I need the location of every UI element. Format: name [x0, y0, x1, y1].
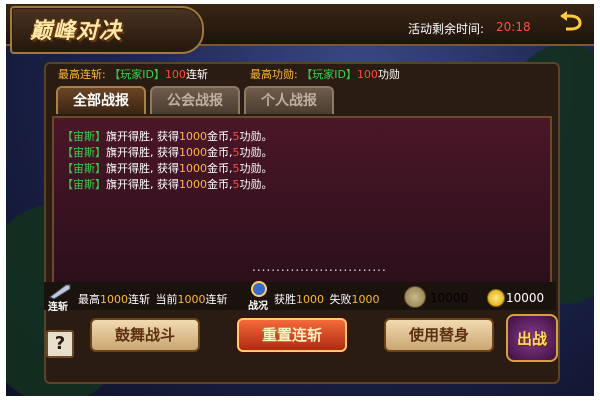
log-gold: 1000: [179, 162, 207, 175]
log-text: 旗开得胜, 获得: [106, 178, 179, 191]
log-line: 【宙斯】旗开得胜, 获得1000金币,5功勋。: [62, 160, 273, 176]
sword-icon: [49, 284, 71, 300]
title-plate: 巅峰对决: [10, 6, 204, 54]
log-text: 功勋。: [239, 130, 273, 143]
fight-button[interactable]: 出战: [506, 314, 558, 362]
gold-coin-icon: [487, 289, 505, 307]
gold-coin-value: 10000: [506, 291, 545, 305]
timer-value: 20:18: [496, 20, 531, 34]
log-text: 功勋。: [239, 162, 273, 175]
streak-icon-label: 连斩: [48, 302, 68, 313]
battle-log: 【宙斯】旗开得胜, 获得1000金币,5功勋。 【宙斯】旗开得胜, 获得1000…: [52, 116, 552, 284]
cur-value: 1000: [177, 293, 206, 306]
merit-coin-value: 10000: [430, 291, 469, 305]
return-arrow-icon: [560, 11, 582, 31]
log-merit: 5: [232, 162, 240, 175]
timer-label: 活动剩余时间:: [408, 22, 485, 36]
log-merit: 5: [232, 146, 240, 159]
war-status-icon: 战况: [248, 281, 272, 312]
loading-dots: ............................: [252, 260, 387, 274]
tab-all-reports[interactable]: 全部战报: [56, 86, 146, 114]
merit-player: 【玩家ID】: [301, 68, 357, 81]
cur-unit: 连斩: [205, 293, 228, 306]
log-text: 金币,: [207, 130, 233, 143]
log-player: 【宙斯】: [62, 146, 106, 159]
log-text: 金币,: [207, 178, 233, 191]
merit-coin-icon: [404, 286, 426, 308]
log-gold: 1000: [179, 130, 207, 143]
max-value: 1000: [100, 293, 128, 306]
log-player: 【宙斯】: [62, 162, 106, 175]
help-button[interactable]: ?: [46, 330, 74, 358]
merit-unit: 功勋: [377, 68, 400, 81]
win-label: 获胜: [274, 293, 296, 306]
page-title: 巅峰对决: [30, 19, 123, 44]
log-gold: 1000: [179, 178, 207, 191]
log-text: 金币,: [207, 146, 233, 159]
log-player: 【宙斯】: [62, 178, 106, 191]
war-summary: 获胜1000 失败1000: [274, 291, 380, 307]
reset-streak-button[interactable]: 重置连斩: [237, 318, 347, 352]
log-text: 功勋。: [239, 178, 273, 191]
lose-value: 1000: [351, 293, 380, 306]
log-gold: 1000: [179, 146, 207, 159]
log-text: 旗开得胜, 获得: [106, 130, 179, 143]
tab-personal-reports[interactable]: 个人战报: [244, 86, 334, 114]
merit-value: 100: [356, 68, 378, 81]
back-button[interactable]: [556, 10, 586, 36]
log-text: 功勋。: [239, 146, 273, 159]
max-unit: 连斩: [128, 293, 150, 306]
war-icon-label: 战况: [248, 301, 268, 312]
streak-summary: 最高1000连斩 当前1000连斩: [78, 291, 228, 307]
encourage-button[interactable]: 鼓舞战斗: [90, 318, 200, 352]
win-value: 1000: [296, 293, 324, 306]
streak-icon: 连斩: [48, 283, 74, 313]
substitute-button[interactable]: 使用替身: [384, 318, 494, 352]
merit-label: 最高功勋:: [250, 68, 298, 81]
log-player: 【宙斯】: [62, 130, 106, 143]
log-text: 旗开得胜, 获得: [106, 146, 179, 159]
log-line: 【宙斯】旗开得胜, 获得1000金币,5功勋。: [62, 176, 273, 192]
fight-label: 出战: [516, 330, 547, 348]
log-text: 金币,: [207, 162, 233, 175]
stat-merit: 最高功勋: 【玩家ID】100功勋: [250, 66, 400, 82]
log-line: 【宙斯】旗开得胜, 获得1000金币,5功勋。: [62, 144, 273, 160]
tab-guild-reports[interactable]: 公会战报: [150, 86, 240, 114]
lose-label: 失败: [329, 293, 352, 306]
log-merit: 5: [232, 178, 240, 191]
log-text: 旗开得胜, 获得: [106, 162, 179, 175]
stat-streak: 最高连斩: 【玩家ID】100连斩: [58, 66, 208, 82]
log-line: 【宙斯】旗开得胜, 获得1000金币,5功勋。: [62, 128, 273, 144]
max-label: 最高: [78, 293, 100, 306]
streak-value: 100: [164, 68, 186, 81]
shield-icon: [251, 281, 267, 297]
streak-label: 最高连斩:: [58, 68, 106, 81]
log-merit: 5: [232, 130, 240, 143]
streak-player: 【玩家ID】: [109, 68, 165, 81]
cur-label: 当前: [155, 293, 178, 306]
streak-unit: 连斩: [185, 68, 208, 81]
